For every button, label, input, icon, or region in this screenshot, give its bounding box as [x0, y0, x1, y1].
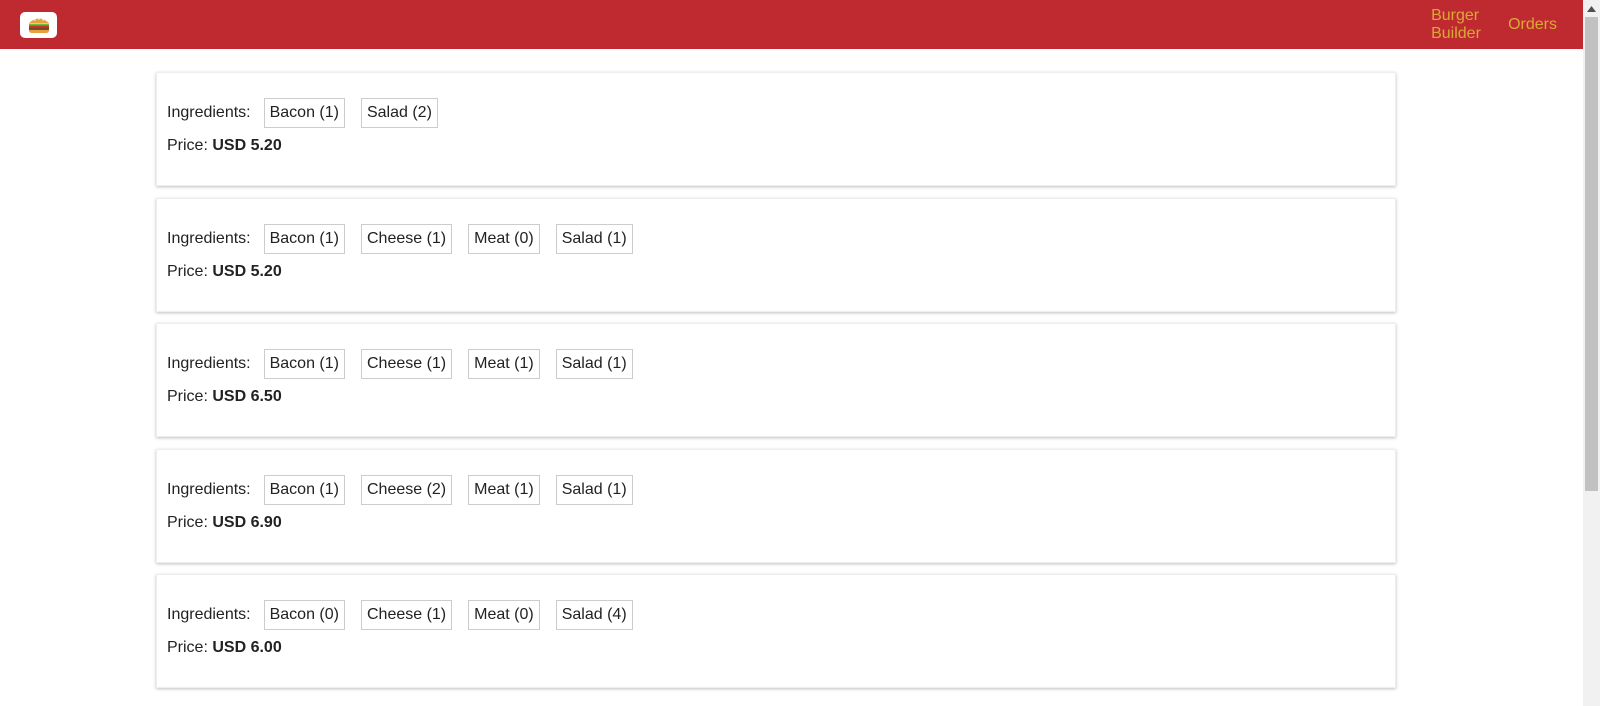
price-value: USD 6.90: [212, 513, 282, 531]
ingredients-row: Ingredients: Bacon (0) Cheese (1) Meat (…: [167, 600, 1395, 630]
nav-orders[interactable]: Orders: [1508, 16, 1557, 34]
ingredients-label: Ingredients:: [167, 104, 251, 121]
price-row: Price: USD 6.50: [167, 388, 1395, 406]
price-label: Price:: [167, 388, 208, 405]
burger-icon: [28, 18, 49, 33]
ingredient-chip: Meat (0): [468, 223, 540, 254]
ingredient-chip: Salad (1): [555, 349, 633, 379]
price-label: Price:: [167, 513, 208, 531]
ingredient-chip: Cheese (1): [360, 223, 453, 254]
ingredient-chip: Cheese (1): [360, 600, 453, 630]
order-card: Ingredients: Bacon (1) Cheese (2) Meat (…: [156, 448, 1396, 563]
ingredient-chip: Salad (1): [555, 474, 633, 505]
price-row: Price: USD 6.00: [167, 639, 1395, 657]
ingredient-chip: Meat (1): [468, 349, 540, 379]
price-label: Price:: [167, 639, 208, 656]
order-card: Ingredients: Bacon (1) Salad (2) Price: …: [156, 72, 1396, 186]
ingredients-label: Ingredients:: [167, 606, 251, 623]
vertical-scrollbar[interactable]: [1583, 0, 1600, 706]
ingredients-label: Ingredients:: [167, 229, 251, 247]
ingredient-chip: Salad (2): [360, 98, 438, 128]
price-row: Price: USD 5.20: [167, 137, 1395, 155]
ingredient-chip: Cheese (1): [360, 349, 453, 379]
ingredient-chip: Salad (4): [555, 600, 633, 630]
scroll-up-arrow-icon[interactable]: [1583, 0, 1600, 17]
ingredients-row: Ingredients: Bacon (1) Salad (2): [167, 98, 1395, 128]
page: Burger Builder Orders Ingredients: Bacon…: [0, 0, 1583, 706]
order-card: Ingredients: Bacon (1) Cheese (1) Meat (…: [156, 197, 1396, 312]
price-value: USD 6.00: [212, 639, 282, 656]
ingredients-row: Ingredients: Bacon (1) Cheese (2) Meat (…: [167, 474, 1395, 505]
ingredient-chip: Meat (0): [468, 600, 540, 630]
toolbar: Burger Builder Orders: [0, 0, 1583, 49]
ingredient-chip: Bacon (1): [263, 223, 345, 254]
price-label: Price:: [167, 262, 208, 280]
price-label: Price:: [167, 137, 208, 154]
ingredient-chip: Bacon (1): [263, 349, 345, 379]
ingredients-row: Ingredients: Bacon (1) Cheese (1) Meat (…: [167, 223, 1395, 254]
price-value: USD 6.50: [212, 388, 282, 405]
ingredient-chip: Meat (1): [468, 474, 540, 505]
nav-burger-builder[interactable]: Burger Builder: [1431, 7, 1483, 43]
order-card: Ingredients: Bacon (0) Cheese (1) Meat (…: [156, 574, 1396, 688]
ingredients-label: Ingredients:: [167, 480, 251, 498]
price-value: USD 5.20: [212, 262, 282, 280]
ingredient-chip: Bacon (0): [263, 600, 345, 630]
price-row: Price: USD 5.20: [167, 263, 1395, 281]
ingredient-chip: Cheese (2): [360, 474, 453, 505]
order-card: Ingredients: Bacon (1) Cheese (1) Meat (…: [156, 323, 1396, 437]
logo[interactable]: [20, 12, 57, 38]
ingredients-label: Ingredients:: [167, 355, 251, 372]
ingredient-chip: Salad (1): [555, 223, 633, 254]
main-nav: Burger Builder Orders: [1406, 0, 1557, 49]
orders-list: Ingredients: Bacon (1) Salad (2) Price: …: [156, 72, 1396, 700]
ingredient-chip: Bacon (1): [263, 98, 345, 128]
scrollbar-thumb[interactable]: [1585, 17, 1598, 491]
ingredient-chip: Bacon (1): [263, 474, 345, 505]
ingredients-row: Ingredients: Bacon (1) Cheese (1) Meat (…: [167, 349, 1395, 379]
price-value: USD 5.20: [212, 137, 282, 154]
price-row: Price: USD 6.90: [167, 514, 1395, 532]
